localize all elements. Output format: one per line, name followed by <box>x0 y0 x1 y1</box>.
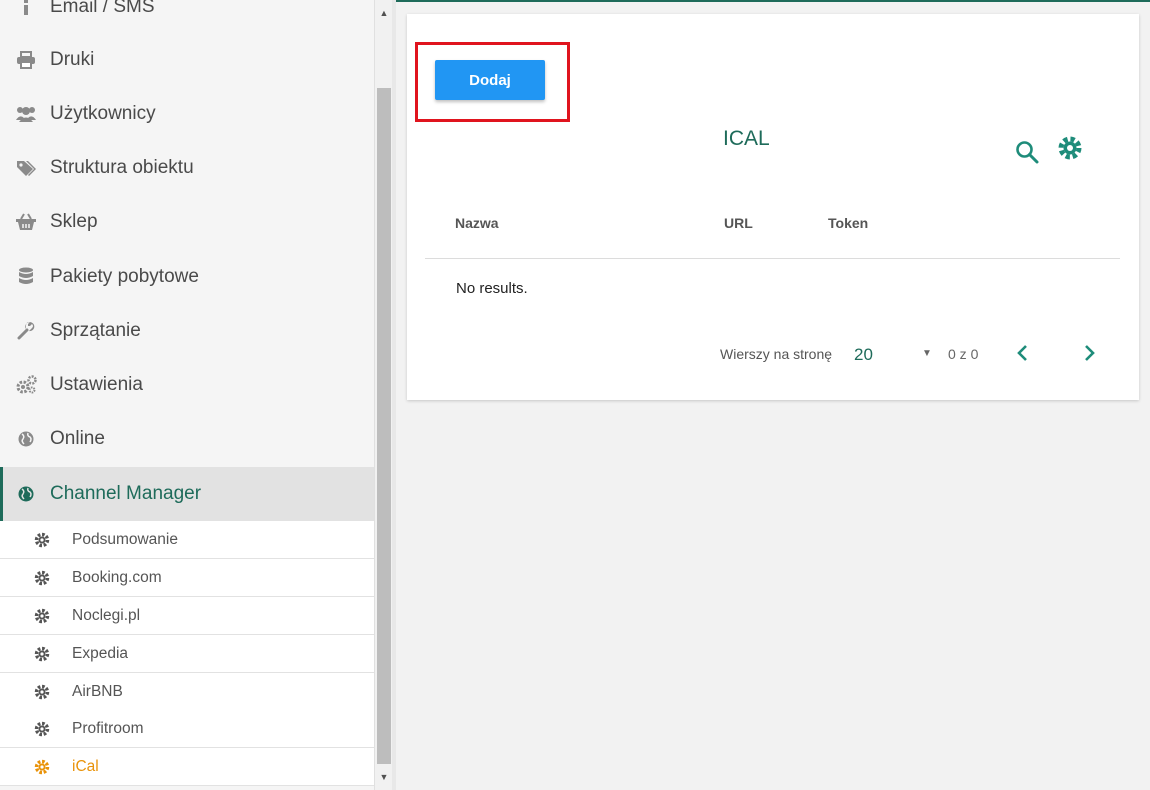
subitem-podsumowanie[interactable]: Podsumowanie <box>0 521 374 559</box>
tags-icon <box>14 156 38 180</box>
rows-per-page-select[interactable]: 20 ▼ <box>852 340 934 368</box>
subitem-airbnb[interactable]: AirBNB <box>0 673 374 711</box>
sidebar-item-label: Pakiety pobytowe <box>50 266 199 287</box>
wrench-icon <box>14 319 38 343</box>
scrollbar-thumb[interactable] <box>377 88 391 764</box>
page-title: ICAL <box>723 127 770 150</box>
subitem-expedia[interactable]: Expedia <box>0 635 374 673</box>
globe-icon <box>14 427 38 451</box>
subitem-noclegi-pl[interactable]: Noclegi.pl <box>0 597 374 635</box>
printer-icon <box>14 48 38 72</box>
subitem-booking-com[interactable]: Booking.com <box>0 559 374 597</box>
info-icon <box>14 0 38 19</box>
gear-icon <box>33 607 51 625</box>
sidebar-item-label: Sprzątanie <box>50 320 141 341</box>
gear-icon <box>33 531 51 549</box>
content-divider <box>392 0 396 790</box>
users-icon <box>14 102 38 126</box>
sidebar-item-label: Sklep <box>50 211 98 232</box>
sidebar-item-label: Użytkownicy <box>50 103 156 124</box>
subitem-label: Noclegi.pl <box>72 606 141 624</box>
search-icon[interactable] <box>1014 139 1040 165</box>
sidebar-item-sprzatanie[interactable]: Sprzątanie <box>0 304 374 358</box>
subitem-label: Profitroom <box>72 719 144 737</box>
add-button[interactable]: Dodaj <box>435 60 545 100</box>
sidebar-item-sklep[interactable]: Sklep <box>0 195 374 249</box>
scroll-up-arrow-icon[interactable]: ▲ <box>375 4 393 22</box>
column-header-nazwa[interactable]: Nazwa <box>455 215 499 231</box>
dropdown-caret-icon: ▼ <box>922 348 932 359</box>
subitem-label: Podsumowanie <box>72 530 178 548</box>
rows-per-page-value: 20 <box>854 345 873 364</box>
cogs-icon <box>14 373 38 397</box>
subitem-label: iCal <box>72 757 99 775</box>
basket-icon <box>14 210 38 234</box>
gear-icon <box>33 645 51 663</box>
prev-page-chevron-icon[interactable] <box>1012 342 1034 364</box>
sidebar-item-label: Struktura obiektu <box>50 157 194 178</box>
database-icon <box>14 265 38 289</box>
gear-icon <box>33 569 51 587</box>
page-info: 0 z 0 <box>948 346 979 362</box>
column-header-token[interactable]: Token <box>828 215 868 231</box>
sidebar-item-label: Channel Manager <box>50 483 202 504</box>
sidebar-item-email-sms[interactable]: Email / SMS <box>0 0 374 34</box>
sidebar: Email / SMS Druki Użytkownicy Struktura … <box>0 0 374 790</box>
sidebar-item-struktura-obiektu[interactable]: Struktura obiektu <box>0 141 374 195</box>
sidebar-scrollbar[interactable]: ▲ ▼ <box>374 0 392 790</box>
sidebar-item-online[interactable]: Online <box>0 412 374 466</box>
rows-per-page-label: Wierszy na stronę <box>720 346 833 362</box>
column-header-url[interactable]: URL <box>724 215 753 231</box>
sidebar-item-pakiety-pobytowe[interactable]: Pakiety pobytowe <box>0 250 374 304</box>
table-header-divider <box>425 258 1120 259</box>
sidebar-item-druki[interactable]: Druki <box>0 33 374 87</box>
subitem-label: Booking.com <box>72 568 162 586</box>
subitem-ical[interactable]: iCal <box>0 748 374 786</box>
gear-icon <box>33 683 51 701</box>
sidebar-item-uzytkownicy[interactable]: Użytkownicy <box>0 87 374 141</box>
sidebar-item-label: Online <box>50 428 105 449</box>
sidebar-item-label: Ustawienia <box>50 374 143 395</box>
sidebar-item-ustawienia[interactable]: Ustawienia <box>0 358 374 412</box>
scroll-down-arrow-icon[interactable]: ▼ <box>375 768 393 786</box>
sidebar-item-label: Druki <box>50 49 95 70</box>
empty-state-text: No results. <box>456 280 528 297</box>
subitem-profitroom[interactable]: Profitroom <box>0 710 374 748</box>
subitem-label: Expedia <box>72 644 129 662</box>
sidebar-item-label: Email / SMS <box>50 0 155 17</box>
settings-gear-icon[interactable] <box>1056 134 1084 162</box>
subitem-label: AirBNB <box>72 682 123 700</box>
globe-icon <box>14 482 38 506</box>
gear-icon <box>33 720 51 738</box>
next-page-chevron-icon[interactable] <box>1078 342 1100 364</box>
sidebar-item-channel-manager[interactable]: Channel Manager <box>0 467 374 521</box>
gear-icon <box>33 758 51 776</box>
